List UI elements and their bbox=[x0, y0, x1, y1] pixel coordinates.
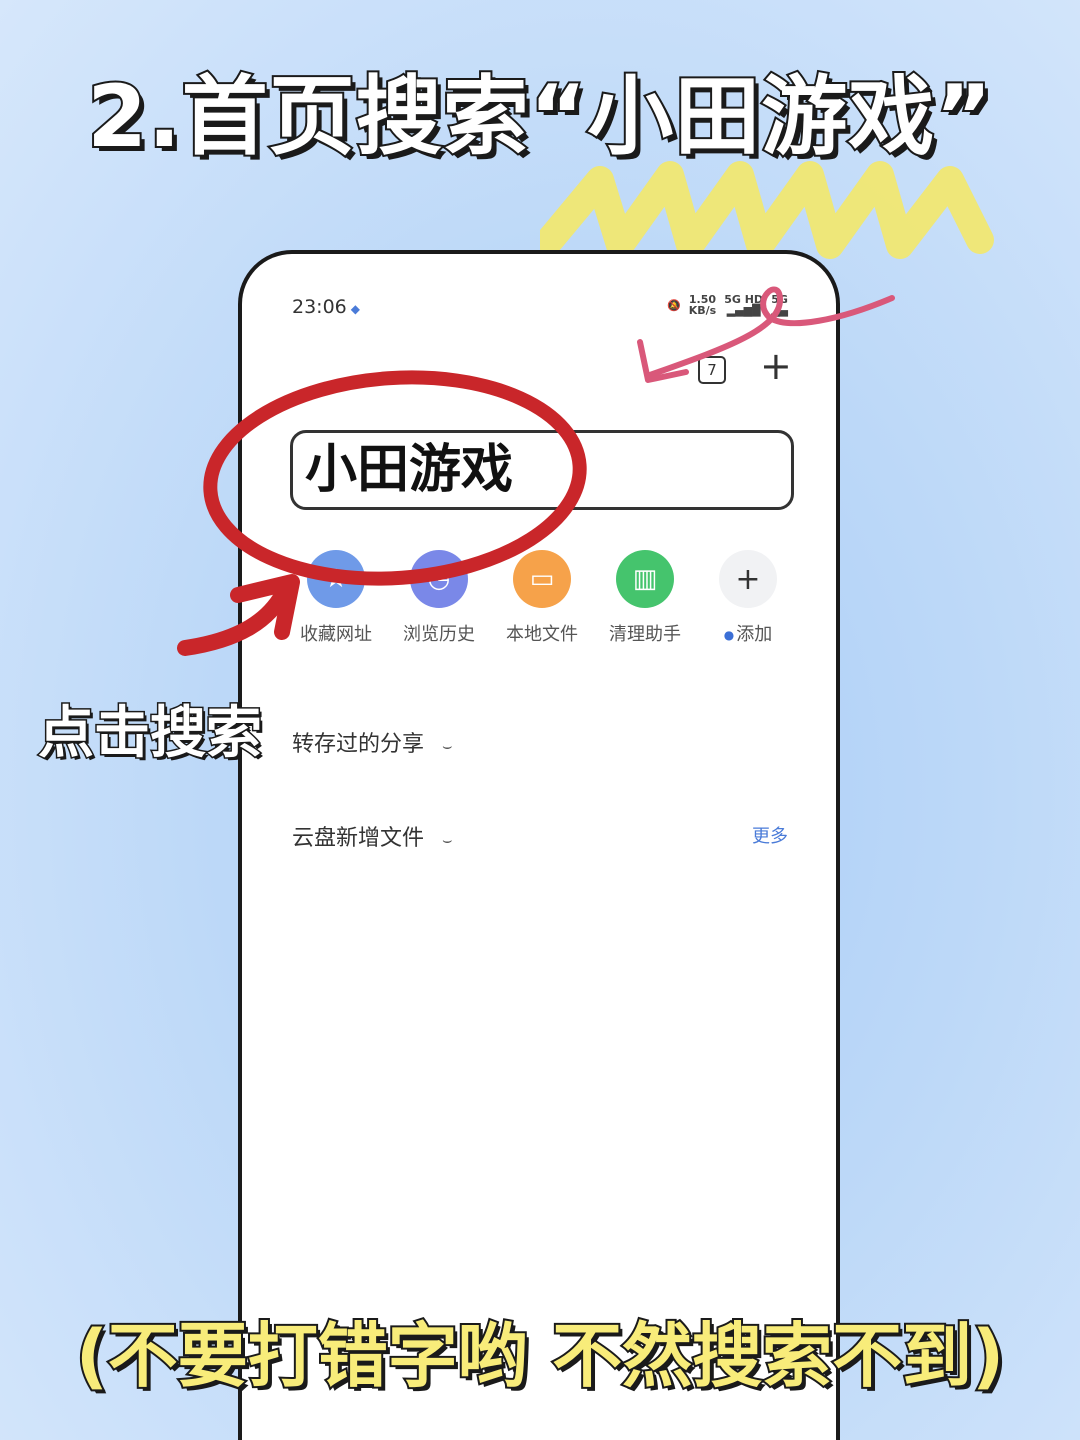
folder-icon: ▭ bbox=[513, 550, 571, 608]
signal-5g: 5G ▂▄ bbox=[771, 293, 788, 317]
history-icon: ◷ bbox=[410, 550, 468, 608]
side-note: 点击搜索 bbox=[37, 700, 264, 768]
more-link[interactable]: 更多 bbox=[752, 822, 788, 848]
signal-5g-hd: 5G HD ▂▄▆█ bbox=[724, 293, 764, 317]
shortcut-add[interactable]: + ● 添加 bbox=[704, 550, 792, 646]
shortcut-row: ★ 收藏网址 ◷ 浏览历史 ▭ 本地文件 ▥ 清理助手 + ● 添加 bbox=[292, 550, 792, 646]
broom-icon: ▥ bbox=[616, 550, 674, 608]
section-saved-shares[interactable]: 转存过的分享 ⌣ bbox=[292, 726, 453, 758]
shortcut-label: 清理助手 bbox=[609, 624, 681, 645]
dot-icon: ● bbox=[723, 628, 735, 642]
shortcut-local-files[interactable]: ▭ 本地文件 bbox=[498, 550, 586, 646]
bookmark-icon: ★ bbox=[307, 550, 365, 608]
plus-icon: + bbox=[719, 550, 777, 608]
section-new-cloud-files[interactable]: 云盘新增文件 ⌣ bbox=[292, 820, 453, 852]
tab-count-button[interactable]: 7 bbox=[698, 356, 726, 384]
shortcut-label: ● 添加 bbox=[723, 624, 773, 645]
shortcut-label: 本地文件 bbox=[506, 624, 578, 645]
shortcut-cleaner[interactable]: ▥ 清理助手 bbox=[601, 550, 689, 646]
new-tab-button[interactable]: + bbox=[760, 346, 792, 386]
network-speed: 1.50 KB/s bbox=[688, 293, 717, 317]
headline: 2.首页搜索“小田游戏” bbox=[85, 65, 994, 169]
shortcut-label: 浏览历史 bbox=[403, 624, 475, 645]
eye-closed-icon[interactable]: ⌣ bbox=[442, 830, 453, 849]
notification-dot-icon: ◆ bbox=[350, 302, 360, 316]
phone-screen: 23:06 ◆ 🔕 1.50 KB/s 5G HD ▂▄▆█ 5G ▂▄ 7 + 小田游… bbox=[238, 250, 840, 1440]
shortcut-label: 收藏网址 bbox=[300, 624, 372, 645]
status-bar-right: 🔕 1.50 KB/s 5G HD ▂▄▆█ 5G ▂▄ bbox=[667, 294, 788, 316]
yellow-scribble-decoration bbox=[540, 161, 994, 259]
mute-bell-icon: 🔕 bbox=[667, 298, 681, 312]
bottom-note: (不要打错字哟 不然搜索不到) bbox=[74, 1313, 1006, 1399]
search-input[interactable]: 小田游戏 bbox=[290, 430, 794, 510]
shortcut-history[interactable]: ◷ 浏览历史 bbox=[395, 550, 483, 646]
status-time: 23:06 ◆ bbox=[292, 296, 360, 318]
eye-closed-icon[interactable]: ⌣ bbox=[442, 736, 453, 755]
shortcut-bookmarks[interactable]: ★ 收藏网址 bbox=[292, 550, 380, 646]
